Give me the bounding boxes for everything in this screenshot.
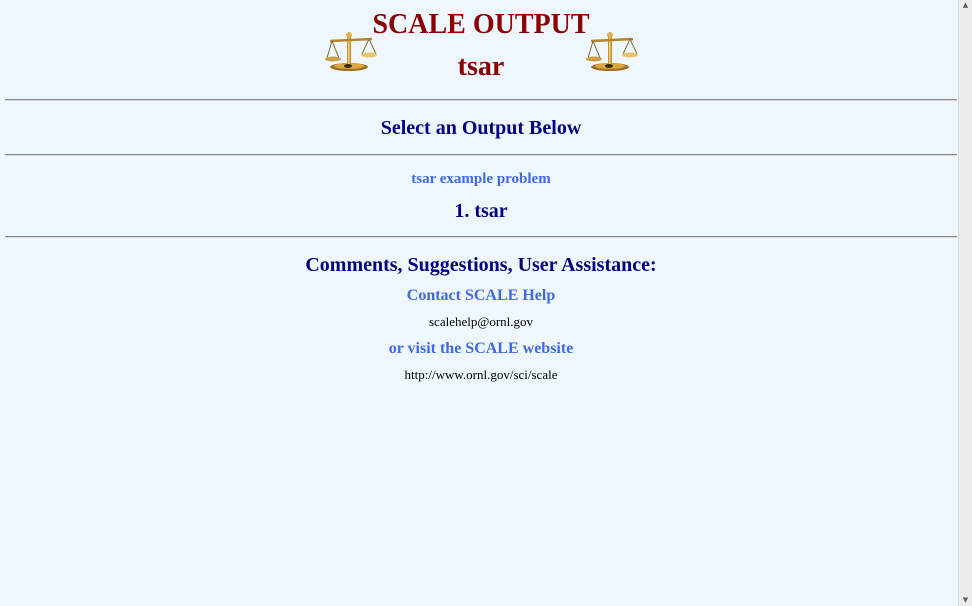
website-url: http://www.ornl.gov/sci/scale xyxy=(404,367,558,382)
problem-link[interactable]: tsar example problem xyxy=(0,170,962,189)
balance-scale-icon xyxy=(583,28,641,74)
scroll-down-arrow-icon[interactable]: ▼ xyxy=(959,595,972,606)
visit-website-link[interactable]: or visit the SCALE website xyxy=(0,339,962,359)
divider xyxy=(5,154,957,156)
outputs-heading: Select an Output Below xyxy=(380,117,582,139)
page-header: SCALE OUTPUT tsar xyxy=(0,0,958,96)
output-item-tsar[interactable]: 1. tsar xyxy=(0,199,962,223)
divider xyxy=(5,236,957,238)
scale-output-page: SCALE OUTPUT tsar Select an Output Below xyxy=(0,0,958,606)
divider xyxy=(5,99,957,101)
support-heading: Comments, Suggestions, User Assistance: xyxy=(305,254,657,276)
contact-help-link[interactable]: Contact SCALE Help xyxy=(0,286,962,306)
scroll-up-arrow-icon[interactable]: ▲ xyxy=(959,0,972,11)
vertical-scrollbar[interactable]: ▲ ▼ xyxy=(958,0,972,606)
page-subtitle: tsar xyxy=(457,51,505,82)
page-title: SCALE OUTPUT xyxy=(372,9,590,40)
support-email: scalehelp@ornl.gov xyxy=(428,314,534,329)
